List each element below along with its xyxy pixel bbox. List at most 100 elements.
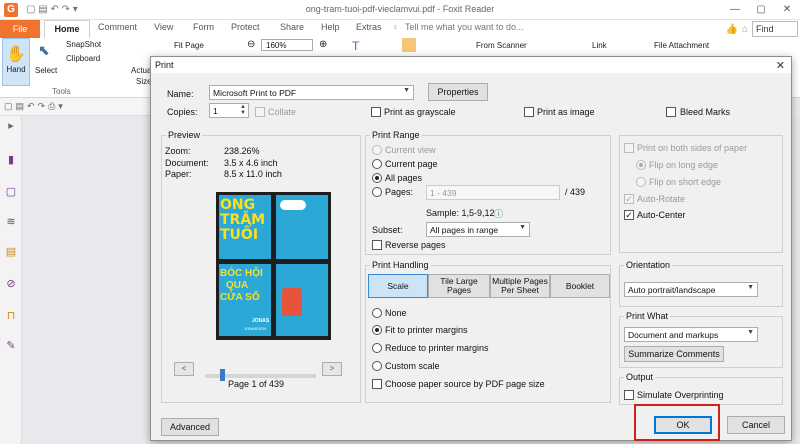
summarize-comments-button[interactable]: Summarize Comments: [624, 346, 724, 362]
typewriter-icon[interactable]: T: [352, 39, 359, 53]
auto-rotate-checkbox[interactable]: ✓: [624, 194, 634, 204]
orientation-select[interactable]: Auto portrait/landscape ▼: [624, 282, 758, 297]
advanced-button[interactable]: Advanced: [161, 418, 219, 436]
print-as-image-checkbox[interactable]: [524, 107, 534, 117]
clipboard-button[interactable]: Clipboard: [66, 54, 100, 63]
hand-button[interactable]: ✋ Hand: [2, 38, 30, 86]
maximize-icon[interactable]: ▢: [748, 0, 774, 20]
multiple-pages-tab[interactable]: Multiple Pages Per Sheet: [490, 274, 550, 298]
attachment-icon[interactable]: ⊘: [5, 278, 17, 290]
find-input[interactable]: Find: [752, 21, 798, 37]
auto-center-checkbox[interactable]: ✓: [624, 210, 634, 220]
zoom-in-icon[interactable]: ⊕: [319, 39, 327, 50]
fit-margins-radio[interactable]: [372, 325, 382, 335]
print-dialog: Print ✕ Name: Microsoft Print to PDF ▼ Pr…: [150, 56, 792, 441]
page-slider-thumb[interactable]: [220, 369, 225, 381]
quick-toolbar[interactable]: ▢▤↶↷⎙▾: [0, 98, 150, 116]
tell-me-input[interactable]: Tell me what you want to do...: [405, 22, 524, 32]
select-cursor-icon[interactable]: ⬉: [38, 42, 50, 59]
cover-line-5: QUA: [226, 280, 249, 291]
orientation-value: Auto portrait/landscape: [628, 285, 716, 295]
preview-title: Preview: [166, 130, 203, 140]
tab-comment[interactable]: Comment: [98, 22, 137, 32]
copies-stepper[interactable]: 1 ▲ ▼: [209, 103, 249, 118]
spin-arrows-icon[interactable]: ▲ ▼: [240, 104, 246, 116]
layers-icon[interactable]: ≋: [5, 216, 17, 228]
duplex-group: Print on both sides of paper Flip on lon…: [619, 135, 783, 253]
highlight-text-icon[interactable]: [402, 38, 416, 52]
properties-button[interactable]: Properties: [428, 83, 488, 101]
prev-page-button[interactable]: <: [174, 362, 194, 376]
current-view-radio[interactable]: [372, 145, 382, 155]
signature-icon[interactable]: ✎: [5, 340, 17, 352]
paper-source-label: Choose paper source by PDF page size: [385, 379, 545, 389]
tab-home[interactable]: Home: [44, 20, 90, 38]
from-scanner-button[interactable]: From Scanner: [476, 41, 527, 50]
tab-view[interactable]: View: [154, 22, 173, 32]
pages-input[interactable]: 1 - 439: [426, 185, 560, 200]
tab-share[interactable]: Share: [280, 22, 304, 32]
lightbulb-icon: ♀: [392, 22, 399, 32]
info-icon[interactable]: ⓘ: [494, 207, 503, 220]
file-attachment-button[interactable]: File Attachment: [654, 41, 709, 50]
bookmark-icon[interactable]: ▮: [5, 154, 17, 166]
dialog-close-icon[interactable]: ✕: [776, 59, 785, 72]
simulate-overprinting-label: Simulate Overprinting: [637, 390, 724, 400]
current-page-radio[interactable]: [372, 159, 382, 169]
tab-help[interactable]: Help: [321, 22, 340, 32]
long-edge-radio[interactable]: [636, 160, 646, 170]
link-button[interactable]: Link: [592, 41, 607, 50]
both-sides-checkbox[interactable]: [624, 143, 634, 153]
all-pages-radio[interactable]: [372, 173, 382, 183]
snapshot-button[interactable]: SnapShot: [66, 40, 101, 49]
cancel-button[interactable]: Cancel: [727, 416, 785, 434]
print-as-image-label: Print as image: [537, 107, 595, 117]
minimize-icon[interactable]: —: [722, 0, 748, 20]
custom-scale-radio[interactable]: [372, 361, 382, 371]
printer-value: Microsoft Print to PDF: [213, 88, 297, 98]
simulate-overprinting-checkbox[interactable]: [624, 390, 634, 400]
scale-tab[interactable]: Scale: [368, 274, 428, 298]
scale-none-radio[interactable]: [372, 308, 382, 318]
select-button[interactable]: Select: [35, 66, 57, 75]
reduce-margins-radio[interactable]: [372, 343, 382, 353]
bleed-marks-checkbox[interactable]: [666, 107, 676, 117]
print-what-title: Print What: [624, 311, 671, 321]
expand-panel-icon[interactable]: ▸: [5, 120, 17, 132]
tab-form[interactable]: Form: [193, 22, 214, 32]
collate-checkbox[interactable]: [255, 107, 265, 117]
printer-select[interactable]: Microsoft Print to PDF ▼: [209, 85, 414, 100]
comments-icon[interactable]: ▤: [5, 246, 17, 258]
subset-select[interactable]: All pages in range ▼: [426, 222, 530, 237]
cover-illustration: [282, 288, 302, 316]
close-window-icon[interactable]: ✕: [774, 0, 800, 20]
thumbs-up-icon[interactable]: 👍: [726, 24, 738, 35]
collate-label: Collate: [268, 107, 297, 117]
chevron-down-icon: ▼: [747, 329, 754, 336]
reduce-margins-label: Reduce to printer margins: [385, 343, 489, 353]
scale-none-label: None: [385, 308, 407, 318]
fit-margins-label: Fit to printer margins: [385, 325, 468, 335]
tile-large-pages-tab[interactable]: Tile Large Pages: [428, 274, 490, 298]
tab-protect[interactable]: Protect: [231, 22, 260, 32]
short-edge-radio[interactable]: [636, 177, 646, 187]
zoom-out-icon[interactable]: ⊖: [247, 39, 255, 50]
security-lock-icon[interactable]: ⊓: [5, 310, 17, 322]
zoom-select[interactable]: 160%: [261, 39, 313, 51]
pages-radio[interactable]: [372, 187, 382, 197]
print-what-select[interactable]: Document and markups ▼: [624, 327, 758, 342]
cover-author: JONAS: [252, 318, 270, 324]
ribbon-tabs: File Home Comment View Form Protect Shar…: [0, 20, 800, 38]
print-what-group: Print What Document and markups ▼ Summari…: [619, 311, 783, 368]
lock-icon[interactable]: ⌂: [742, 24, 748, 35]
grayscale-checkbox[interactable]: [371, 107, 381, 117]
tab-file[interactable]: File: [0, 20, 40, 38]
next-page-button[interactable]: >: [322, 362, 342, 376]
auto-center-label: Auto-Center: [637, 210, 686, 220]
tab-extras[interactable]: Extras: [356, 22, 382, 32]
paper-source-checkbox[interactable]: [372, 379, 382, 389]
fit-page-button[interactable]: Fit Page: [174, 41, 204, 50]
reverse-pages-checkbox[interactable]: [372, 240, 382, 250]
booklet-tab[interactable]: Booklet: [550, 274, 610, 298]
pages-icon[interactable]: ▢: [5, 186, 17, 198]
